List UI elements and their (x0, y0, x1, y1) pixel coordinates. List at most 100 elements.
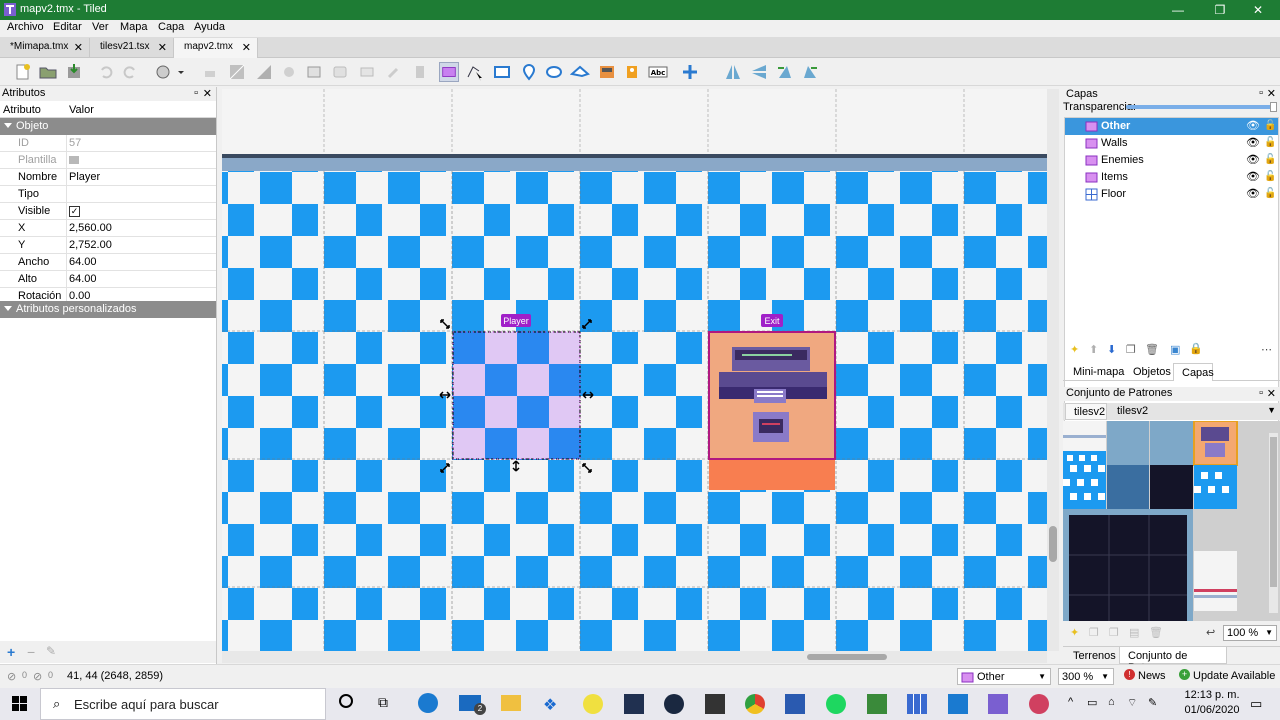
close-icon[interactable]: ✕ (1267, 87, 1276, 100)
visible-checkbox[interactable]: ✓ (69, 206, 80, 217)
menu-editar[interactable]: Editar (53, 21, 82, 33)
eye-icon[interactable]: 👁 (1246, 136, 1260, 149)
close-icon[interactable]: ✕ (203, 87, 212, 100)
delete-layer-icon[interactable]: 🗑 (1145, 343, 1159, 356)
map-vertical-scrollbar[interactable] (1047, 89, 1059, 651)
prop-row-tipo[interactable]: Tipo (0, 186, 216, 203)
open-icon[interactable] (38, 62, 58, 82)
insert-text-icon[interactable]: Abc (648, 62, 668, 82)
battery-icon[interactable]: ▭ (1087, 696, 1097, 709)
redo-icon[interactable] (120, 62, 140, 82)
rotate-right-icon[interactable] (800, 62, 820, 82)
group-objeto[interactable]: Objeto (0, 118, 216, 135)
lock-icon[interactable]: 🔓 (1264, 120, 1276, 131)
export-tileset-icon[interactable]: ❐ (1109, 626, 1119, 639)
lock-icon[interactable]: 🔓 (1264, 154, 1276, 165)
tileset-zoom-select[interactable]: 100 % ▼ (1223, 625, 1277, 641)
hide-others-icon[interactable]: ▣ (1170, 343, 1180, 356)
undo-icon[interactable] (96, 62, 116, 82)
flip-h-icon[interactable] (723, 62, 743, 82)
app-icon-green[interactable] (867, 694, 887, 714)
pen-icon[interactable]: ✎ (1148, 696, 1157, 709)
delete-tileset-icon[interactable]: 🗑 (1149, 626, 1163, 639)
insert-point-icon[interactable] (519, 62, 539, 82)
tab-tilesets[interactable]: Conjunto de Patrones (1119, 647, 1227, 674)
menu-ver[interactable]: Ver (92, 21, 109, 33)
layer-row-items[interactable]: Items 👁 🔓 (1065, 169, 1278, 186)
prop-row-ancho[interactable]: Ancho 64.00 (0, 254, 216, 271)
app-icon-grid[interactable] (907, 694, 927, 714)
exit-object[interactable] (708, 331, 836, 490)
maximize-button[interactable]: ❐ (1202, 0, 1238, 20)
spotify-icon[interactable] (826, 694, 846, 714)
insert-template-icon[interactable] (622, 62, 642, 82)
file-explorer-icon[interactable] (501, 695, 521, 711)
tab-terrains[interactable]: Terrenos (1063, 647, 1119, 664)
prop-value[interactable]: 2,752.00 (69, 239, 112, 251)
wifi-icon[interactable]: ⌔ (1127, 696, 1137, 710)
update-button[interactable]: Update Available (1193, 670, 1275, 682)
taskbar-search[interactable]: ⌕ Escribe aquí para buscar (40, 688, 326, 720)
random-mode-icon[interactable] (154, 62, 186, 82)
rename-property-icon[interactable]: ✎ (46, 644, 56, 658)
network-icon[interactable]: ⌂ (1108, 696, 1115, 708)
prop-value[interactable]: 64.00 (69, 256, 97, 268)
edit-tileset-icon[interactable]: ▤ (1129, 626, 1139, 639)
chevron-up-icon[interactable]: ^ (1068, 696, 1073, 708)
clock-time[interactable]: 12:13 p. m. (1181, 689, 1243, 701)
select-objects-icon[interactable] (439, 62, 459, 82)
rect-select-icon[interactable] (304, 62, 324, 82)
eye-icon[interactable]: 👁 (1246, 187, 1260, 200)
prop-row-id[interactable]: ID 57 (0, 135, 216, 152)
scroll-thumb[interactable] (807, 654, 887, 660)
float-icon[interactable]: ▫ (1259, 87, 1263, 99)
close-button[interactable]: ✕ (1240, 0, 1276, 20)
prop-row-visible[interactable]: Visible ✓ (0, 203, 216, 220)
select-same-icon[interactable] (357, 62, 377, 82)
duplicate-layer-icon[interactable]: ❐ (1126, 343, 1136, 356)
stamp-icon[interactable] (200, 62, 220, 82)
chrome-icon[interactable] (745, 694, 765, 714)
app-icon-dark[interactable] (624, 694, 644, 714)
lower-layer-icon[interactable]: ⬇ (1107, 343, 1116, 356)
player-object[interactable] (452, 331, 581, 460)
flip-v-icon[interactable] (749, 62, 769, 82)
more-options-icon[interactable]: ⋯ (1261, 343, 1272, 356)
new-icon[interactable] (13, 62, 33, 82)
eye-icon[interactable]: 👁 (1246, 170, 1260, 183)
tab-mapv2[interactable]: mapv2.tmx ✕ (174, 38, 258, 58)
dropbox-icon[interactable]: ❖ (543, 695, 557, 715)
eye-icon[interactable]: 👁 (1246, 119, 1260, 132)
layer-row-walls[interactable]: Walls 👁 🔓 (1065, 135, 1278, 152)
dynamic-wrap-icon[interactable]: ↩ (1206, 626, 1215, 639)
warning-icon[interactable]: ⊘ (7, 670, 16, 683)
chevron-down-icon[interactable]: ▼ (1267, 405, 1276, 415)
news-button[interactable]: News (1138, 670, 1166, 682)
layer-row-other[interactable]: Other 👁 🔓 (1065, 118, 1278, 135)
prop-row-y[interactable]: Y 2,752.00 (0, 237, 216, 254)
tab-tilesv21[interactable]: tilesv21.tsx ✕ (90, 38, 174, 58)
layer-select[interactable]: Other ▼ (957, 668, 1051, 685)
tileset-tab[interactable]: tilesv2 (1065, 403, 1107, 420)
lock-icon[interactable]: 🔓 (1264, 188, 1276, 199)
insert-tile-icon[interactable] (597, 62, 617, 82)
embed-tileset-icon[interactable]: ❐ (1089, 626, 1099, 639)
tab-mimapa[interactable]: *Mimapa.tmx ✕ (0, 38, 90, 58)
prop-row-alto[interactable]: Alto 64.00 (0, 271, 216, 288)
layer-row-floor[interactable]: Floor 👁 🔓 (1065, 186, 1278, 203)
menu-archivo[interactable]: Archivo (7, 21, 44, 33)
paint-icon[interactable] (384, 62, 404, 82)
minimize-button[interactable]: — (1160, 0, 1196, 20)
shape-fill-icon[interactable] (410, 62, 430, 82)
tab-close-icon[interactable]: ✕ (242, 41, 251, 54)
map-canvas[interactable]: Player Exit (222, 89, 1047, 651)
menu-capa[interactable]: Capa (158, 21, 184, 33)
windows-start-icon[interactable] (12, 696, 28, 712)
tab-layers[interactable]: Capas (1173, 363, 1214, 381)
zoom-select[interactable]: 300 % ▼ (1058, 668, 1114, 685)
tab-close-icon[interactable]: ✕ (158, 41, 167, 54)
tab-minimap[interactable]: Mini-mapa (1063, 363, 1127, 381)
new-layer-icon[interactable]: ✦ (1070, 343, 1079, 356)
tileset-tab[interactable]: tilesv2 (1109, 403, 1153, 420)
fill-icon[interactable] (254, 62, 274, 82)
